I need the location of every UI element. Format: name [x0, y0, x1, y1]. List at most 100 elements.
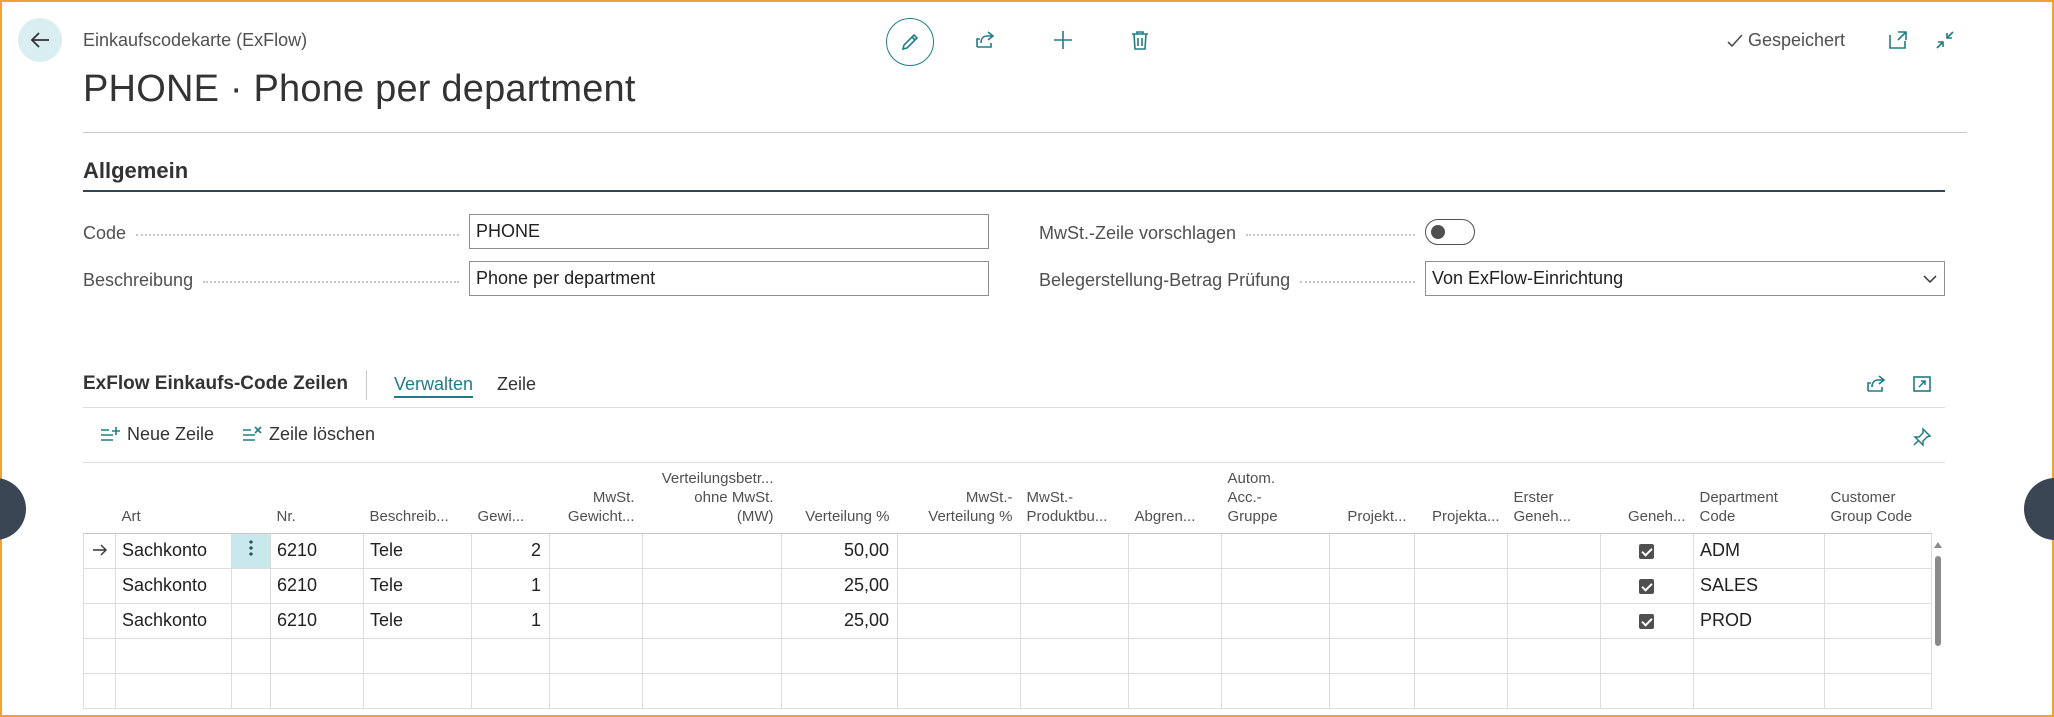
new-line-button[interactable]: Neue Zeile	[99, 424, 214, 445]
approval-checkbox[interactable]	[1638, 613, 1654, 629]
cell-verteilung-pct[interactable]: 50,00	[781, 533, 898, 569]
cell-art[interactable]: Sachkonto	[115, 533, 232, 569]
cell-department-code[interactable]	[1693, 673, 1825, 709]
row-menu[interactable]	[231, 568, 271, 604]
table-row[interactable]	[83, 673, 1932, 709]
table-row[interactable]: Sachkonto 6210 Tele 1 25,00 SALES	[83, 568, 1932, 604]
table-row[interactable]: Sachkonto 6210 Tele 1 25,00 PROD	[83, 603, 1932, 639]
row-menu[interactable]	[231, 638, 271, 674]
cell-art[interactable]: Sachkonto	[115, 568, 232, 604]
cell-verteilung-pct[interactable]	[781, 673, 898, 709]
cell-department-code[interactable]: SALES	[1693, 568, 1825, 604]
row-menu[interactable]	[231, 673, 271, 709]
col-beschreibung[interactable]: Beschreib...	[363, 463, 472, 534]
cell-mwst-gewichtung[interactable]	[549, 603, 643, 639]
cell-mwst-gewichtung[interactable]	[549, 638, 643, 674]
cell-abgrenzung[interactable]	[1128, 533, 1222, 569]
description-field[interactable]: Phone per department	[469, 261, 989, 296]
cell-gewichtung[interactable]: 1	[471, 568, 550, 604]
cell-projektaufgabe[interactable]	[1414, 568, 1508, 604]
delete-button[interactable]	[1118, 18, 1162, 62]
previous-record-button[interactable]	[0, 478, 26, 540]
cell-art[interactable]	[115, 673, 232, 709]
cell-nr[interactable]: 6210	[270, 533, 364, 569]
edit-button[interactable]	[886, 18, 934, 66]
cell-projektaufgabe[interactable]	[1414, 533, 1508, 569]
cell-projekt[interactable]	[1329, 533, 1415, 569]
row-indicator[interactable]	[83, 638, 116, 674]
cell-genehmigung[interactable]	[1600, 603, 1694, 639]
open-new-window-button[interactable]	[1876, 18, 1920, 62]
cell-verteilungsbetrag[interactable]	[642, 638, 782, 674]
cell-abgrenzung[interactable]	[1128, 638, 1222, 674]
personalize-button[interactable]	[1900, 415, 1944, 459]
cell-customer-group-code[interactable]	[1824, 533, 1932, 569]
table-row[interactable]: Sachkonto 6210 Tele 2 50,00 ADM	[83, 533, 1932, 569]
cell-mwst-produktbuchung[interactable]	[1020, 638, 1129, 674]
cell-gewichtung[interactable]	[471, 638, 550, 674]
cell-erster-genehmiger[interactable]	[1507, 568, 1601, 604]
cell-nr[interactable]: 6210	[270, 603, 364, 639]
cell-beschreibung[interactable]	[363, 638, 472, 674]
lines-expand-button[interactable]	[1900, 362, 1944, 406]
cell-customer-group-code[interactable]	[1824, 673, 1932, 709]
col-gewichtung[interactable]: Gewi...	[471, 463, 550, 534]
cell-gewichtung[interactable]: 1	[471, 603, 550, 639]
cell-autom-acc-gruppe[interactable]	[1221, 568, 1330, 604]
lines-share-button[interactable]	[1854, 362, 1898, 406]
cell-abgrenzung[interactable]	[1128, 603, 1222, 639]
col-projekt[interactable]: Projekt...	[1329, 463, 1415, 534]
approval-checkbox[interactable]	[1638, 543, 1654, 559]
cell-erster-genehmiger[interactable]	[1507, 533, 1601, 569]
cell-verteilung-pct[interactable]: 25,00	[781, 603, 898, 639]
col-projektaufgabe[interactable]: Projekta...	[1414, 463, 1508, 534]
col-art[interactable]: Art	[115, 463, 232, 534]
cell-projekt[interactable]	[1329, 638, 1415, 674]
cell-verteilungsbetrag[interactable]	[642, 603, 782, 639]
cell-beschreibung[interactable]: Tele	[363, 533, 472, 569]
cell-customer-group-code[interactable]	[1824, 568, 1932, 604]
grid-scrollbar[interactable]	[1933, 540, 1943, 717]
add-button[interactable]	[1041, 18, 1085, 62]
cell-projekt[interactable]	[1329, 603, 1415, 639]
cell-mwst-verteilung[interactable]	[897, 673, 1021, 709]
tab-manage[interactable]: Verwalten	[394, 374, 474, 398]
row-menu[interactable]	[231, 533, 271, 569]
row-indicator[interactable]	[83, 603, 116, 639]
vat-line-toggle[interactable]	[1425, 219, 1475, 245]
cell-mwst-gewichtung[interactable]	[549, 533, 643, 569]
cell-genehmigung[interactable]	[1600, 568, 1694, 604]
cell-projekt[interactable]	[1329, 568, 1415, 604]
table-row[interactable]	[83, 638, 1932, 674]
cell-department-code[interactable]: ADM	[1693, 533, 1825, 569]
cell-customer-group-code[interactable]	[1824, 638, 1932, 674]
cell-mwst-produktbuchung[interactable]	[1020, 568, 1129, 604]
cell-abgrenzung[interactable]	[1128, 568, 1222, 604]
col-verteilung-pct[interactable]: Verteilung %	[781, 463, 898, 534]
cell-autom-acc-gruppe[interactable]	[1221, 673, 1330, 709]
cell-gewichtung[interactable]	[471, 673, 550, 709]
cell-genehmigung[interactable]	[1600, 533, 1694, 569]
cell-department-code[interactable]	[1693, 638, 1825, 674]
col-abgrenzung[interactable]: Abgren...	[1128, 463, 1222, 534]
col-erster-genehmiger[interactable]: Erster Geneh...	[1507, 463, 1601, 534]
code-field[interactable]: PHONE	[469, 214, 989, 249]
col-genehmigung[interactable]: Geneh...	[1600, 463, 1694, 534]
back-button[interactable]	[18, 18, 62, 62]
approval-checkbox[interactable]	[1638, 578, 1654, 594]
row-menu[interactable]	[231, 603, 271, 639]
cell-art[interactable]	[115, 638, 232, 674]
col-mwst-gewichtung[interactable]: MwSt. Gewicht...	[549, 463, 643, 534]
cell-mwst-produktbuchung[interactable]	[1020, 673, 1129, 709]
cell-mwst-produktbuchung[interactable]	[1020, 533, 1129, 569]
cell-erster-genehmiger[interactable]	[1507, 638, 1601, 674]
row-indicator[interactable]	[83, 568, 116, 604]
cell-projektaufgabe[interactable]	[1414, 603, 1508, 639]
tab-line[interactable]: Zeile	[497, 374, 536, 395]
cell-department-code[interactable]: PROD	[1693, 603, 1825, 639]
cell-nr[interactable]	[270, 673, 364, 709]
cell-genehmigung[interactable]	[1600, 638, 1694, 674]
row-indicator[interactable]	[83, 673, 116, 709]
collapse-button[interactable]	[1923, 18, 1967, 62]
col-mwst-produktbuchung[interactable]: MwSt.- Produktbu...	[1020, 463, 1129, 534]
